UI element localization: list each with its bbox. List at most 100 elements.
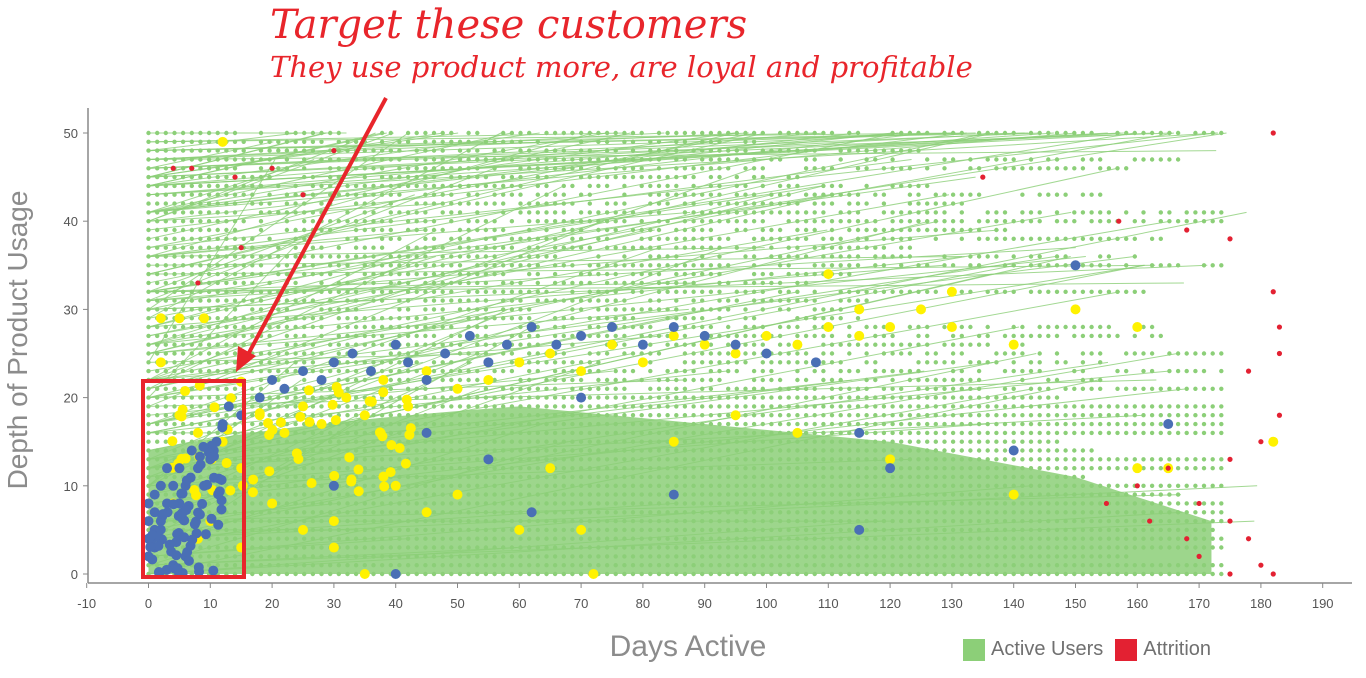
blue-point [298, 366, 308, 377]
yellow-point [885, 454, 896, 465]
yellow-point [854, 330, 865, 341]
attrition-point [1276, 350, 1283, 357]
blue-point [730, 339, 741, 350]
yellow-point [885, 322, 896, 333]
yellow-point [668, 436, 679, 447]
yellow-point [267, 498, 278, 509]
yellow-point [1070, 304, 1081, 315]
yellow-point [199, 313, 210, 324]
yellow-point [176, 453, 187, 464]
yellow-point [916, 304, 926, 315]
yellow-point [264, 430, 275, 441]
blue-point [216, 504, 227, 515]
yellow-point [254, 408, 265, 419]
yellow-point [946, 322, 957, 333]
x-tick-label: 90 [697, 596, 711, 611]
attrition-point [1258, 562, 1264, 568]
blue-point [761, 348, 772, 359]
yellow-point [189, 484, 200, 495]
blue-point [208, 451, 219, 462]
blue-point [316, 374, 327, 385]
attrition-point [1227, 236, 1233, 242]
blue-point [854, 524, 865, 535]
blue-point [254, 392, 265, 403]
blue-point [197, 498, 208, 509]
yellow-point [483, 374, 494, 385]
attrition-point [300, 192, 306, 198]
blue-point [267, 374, 278, 385]
blue-point [885, 463, 896, 474]
yellow-point [452, 489, 463, 500]
yellow-point [823, 322, 834, 333]
yellow-point [385, 467, 396, 478]
x-tick-label: 130 [941, 596, 963, 611]
x-tick-label: 180 [1250, 596, 1272, 611]
blue-point [187, 534, 198, 545]
x-tick-label: 10 [203, 596, 217, 611]
legend-swatch-active [963, 638, 985, 661]
yellow-point [379, 481, 390, 492]
yellow-point [421, 507, 432, 518]
blue-point [157, 509, 168, 520]
yellow-point [588, 569, 599, 579]
blue-point [164, 539, 175, 550]
blue-point [390, 569, 401, 579]
yellow-point [279, 427, 290, 438]
yellow-point [545, 348, 556, 359]
attrition-point [1276, 324, 1283, 330]
x-tick-label: 100 [756, 596, 778, 611]
yellow-point [221, 458, 232, 469]
blue-point [668, 489, 679, 500]
yellow-point [607, 339, 617, 350]
blue-point [347, 348, 358, 359]
attrition-point [1184, 536, 1190, 542]
x-tick-label: 70 [574, 596, 588, 611]
scatter-chart: -10 0 10 20 30 40 50 60 70 80 90 100 110 120 130 140 150… [64, 97, 1352, 611]
yellow-point [730, 410, 741, 421]
legend: Active Users Attrition [963, 638, 1223, 661]
yellow-point [378, 374, 389, 385]
yellow-point [1132, 322, 1143, 333]
blue-point [189, 519, 200, 530]
blue-point [483, 454, 494, 465]
yellow-point [823, 269, 834, 280]
x-tick-label: 150 [1065, 596, 1087, 611]
blue-point [183, 555, 194, 566]
x-tick-label: 50 [450, 596, 464, 611]
x-tick-label: 110 [818, 596, 839, 611]
attrition-point [189, 165, 195, 171]
blue-point [216, 474, 227, 485]
y-tick-label: 20 [64, 391, 78, 406]
blue-point [202, 479, 213, 490]
attrition-point [1147, 518, 1153, 524]
yellow-point [295, 411, 306, 422]
y-tick-label: 10 [64, 479, 78, 494]
x-tick-label: 160 [1126, 596, 1148, 611]
legend-item-attrition: Attrition [1115, 638, 1211, 661]
yellow-point [514, 524, 525, 535]
blue-point [440, 348, 451, 359]
yellow-point [1008, 489, 1019, 500]
yellow-point [180, 386, 191, 397]
yellow-point [275, 417, 286, 428]
yellow-point [946, 286, 957, 297]
blue-point [155, 480, 166, 491]
yellow-point [155, 357, 166, 368]
attrition-point [1270, 130, 1276, 136]
blue-point [526, 507, 537, 518]
blue-point [551, 339, 562, 350]
x-tick-label: 20 [265, 596, 279, 611]
blue-point [168, 480, 179, 491]
blue-point [147, 530, 158, 541]
blue-point [149, 489, 160, 500]
yellow-point [452, 383, 463, 394]
yellow-point [730, 348, 741, 359]
blue-point [155, 524, 166, 535]
attrition-point [1258, 439, 1264, 445]
blue-point [1008, 445, 1019, 456]
y-tick-label: 0 [71, 567, 78, 582]
attrition-point [1270, 571, 1276, 577]
yellow-point [761, 330, 772, 341]
blue-point [186, 445, 197, 456]
attrition-point [1196, 553, 1202, 559]
